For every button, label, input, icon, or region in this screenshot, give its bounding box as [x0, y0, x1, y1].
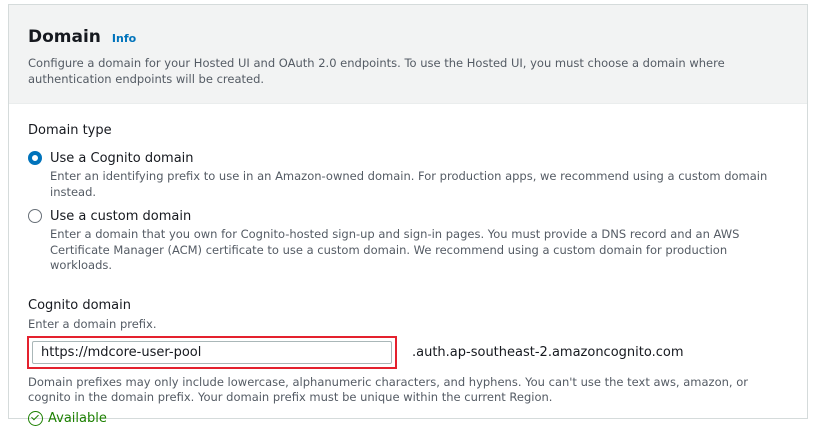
check-circle-icon	[28, 410, 43, 426]
radio-cognito-description: Enter an identifying prefix to use in an…	[50, 169, 768, 199]
info-link[interactable]: Info	[112, 32, 136, 45]
radio-button-unselected[interactable]	[28, 209, 42, 223]
domain-constraint-text: Domain prefixes may only include lowerca…	[28, 374, 748, 405]
domain-type-label: Domain type	[28, 123, 112, 138]
radio-button-selected[interactable]	[28, 151, 42, 165]
radio-custom-description: Enter a domain that you own for Cognito-…	[50, 227, 740, 272]
radio-cognito-domain[interactable]: Use a Cognito domain Enter an identifyin…	[28, 150, 788, 200]
radio-custom-title: Use a custom domain	[50, 209, 192, 224]
domain-input-row: https://mdcore-user-pool .auth.ap-southe…	[27, 335, 788, 369]
availability-text: Available	[48, 410, 107, 426]
panel-title: Domain	[28, 27, 101, 47]
availability-status: Available	[28, 410, 788, 426]
radio-custom-domain[interactable]: Use a custom domain Enter a domain that …	[28, 208, 788, 274]
panel-description: Configure a domain for your Hosted UI an…	[28, 56, 725, 86]
domain-prefix-input[interactable]: https://mdcore-user-pool	[32, 340, 392, 364]
panel-body: Domain type Use a Cognito domain Enter a…	[9, 104, 807, 426]
radio-cognito-text: Use a Cognito domain Enter an identifyin…	[50, 150, 775, 200]
cognito-domain-label: Cognito domain	[28, 297, 132, 313]
radio-cognito-title: Use a Cognito domain	[50, 151, 194, 166]
cognito-domain-hint: Enter a domain prefix.	[28, 316, 157, 331]
domain-suffix: .auth.ap-southeast-2.amazoncognito.com	[412, 344, 684, 360]
highlight-box: https://mdcore-user-pool	[27, 335, 397, 369]
radio-custom-text: Use a custom domain Enter a domain that …	[50, 208, 775, 274]
title-row: Domain Info	[28, 27, 787, 47]
panel-header: Domain Info Configure a domain for your …	[9, 5, 807, 104]
domain-panel: Domain Info Configure a domain for your …	[8, 4, 808, 426]
